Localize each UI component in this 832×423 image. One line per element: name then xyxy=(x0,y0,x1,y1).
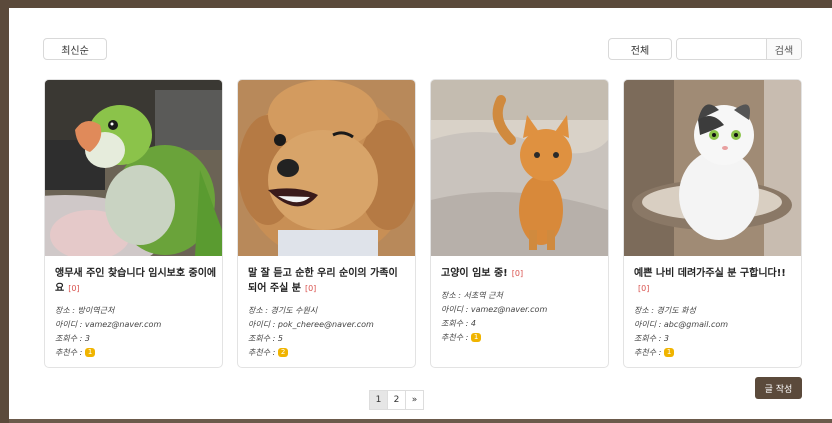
post-user-id: 아이디 : vamez@naver.com xyxy=(55,320,162,329)
search-input[interactable] xyxy=(677,39,766,59)
post-user-id: 아이디 : pok_cheree@naver.com xyxy=(248,320,374,329)
poodle-photo[interactable] xyxy=(238,80,415,256)
post-card[interactable]: 앵무새 주인 찾습니다 임시보호 중이에요 [0] 장소 : 방이역근처 아이디 … xyxy=(44,79,223,368)
page-1-link[interactable]: 1 xyxy=(369,390,388,410)
post-likes: 추천수 : 1 xyxy=(55,346,96,360)
post-location: 장소 : 경기도 화성 xyxy=(634,306,696,315)
post-views: 조회수 : 3 xyxy=(634,334,669,343)
sort-dropdown-button[interactable]: 최신순 xyxy=(43,38,107,60)
post-card[interactable]: 말 잘 듣고 순한 우리 순이의 가족이 되어 주실 분 [0] 장소 : 경기도… xyxy=(237,79,416,368)
likes-badge: 1 xyxy=(470,333,482,342)
comment-count: [0] xyxy=(511,269,524,278)
post-card[interactable]: 고양이 임보 중! [0] 장소 : 서초역 근처 아이디 : vamez@nav… xyxy=(430,79,609,368)
parrot-photo[interactable] xyxy=(45,80,222,256)
page-2-link[interactable]: 2 xyxy=(387,390,406,410)
post-views: 조회수 : 5 xyxy=(248,334,283,343)
category-filter-button[interactable]: 전체 xyxy=(608,38,672,60)
post-title[interactable]: 앵무새 주인 찾습니다 임시보호 중이에요 [0] xyxy=(55,266,217,296)
post-card[interactable]: 예쁜 나비 데려가주실 분 구합니다!![0] 장소 : 경기도 화성 아이디 … xyxy=(623,79,802,368)
comment-count: [0] xyxy=(304,284,317,293)
post-title[interactable]: 말 잘 듣고 순한 우리 순이의 가족이 되어 주실 분 [0] xyxy=(248,266,410,296)
search-bar: 검색 xyxy=(676,38,802,60)
likes-badge: 1 xyxy=(84,348,96,357)
comment-count: [0] xyxy=(68,284,80,293)
post-user-id: 아이디 : abc@gmail.com xyxy=(634,320,729,329)
post-user-id: 아이디 : vamez@naver.com xyxy=(441,305,548,314)
post-views: 조회수 : 3 xyxy=(55,334,90,343)
orange-cat-photo[interactable] xyxy=(431,80,608,256)
pagination: 1 2 » xyxy=(369,390,424,410)
frame-border-bottom xyxy=(9,419,832,423)
next-page-link[interactable]: » xyxy=(405,390,424,410)
post-views: 조회수 : 4 xyxy=(441,319,476,328)
post-location: 장소 : 방이역근처 xyxy=(55,306,115,315)
write-post-button[interactable]: 글 작성 xyxy=(755,377,802,399)
search-button[interactable]: 검색 xyxy=(766,39,801,59)
post-location: 장소 : 경기도 수원시 xyxy=(248,306,318,315)
post-likes: 추천수 : 1 xyxy=(441,331,482,345)
post-title[interactable]: 고양이 임보 중! [0] xyxy=(441,266,603,281)
frame-border-left xyxy=(0,0,9,423)
likes-badge: 2 xyxy=(277,348,289,357)
likes-badge: 1 xyxy=(663,348,675,357)
white-cat-photo[interactable] xyxy=(624,80,801,256)
post-title[interactable]: 예쁜 나비 데려가주실 분 구합니다!![0] xyxy=(634,266,796,296)
post-likes: 추천수 : 1 xyxy=(634,346,675,360)
post-likes: 추천수 : 2 xyxy=(248,346,289,360)
post-location: 장소 : 서초역 근처 xyxy=(441,291,503,300)
frame-border-top xyxy=(0,0,832,8)
comment-count: [0] xyxy=(638,284,650,293)
